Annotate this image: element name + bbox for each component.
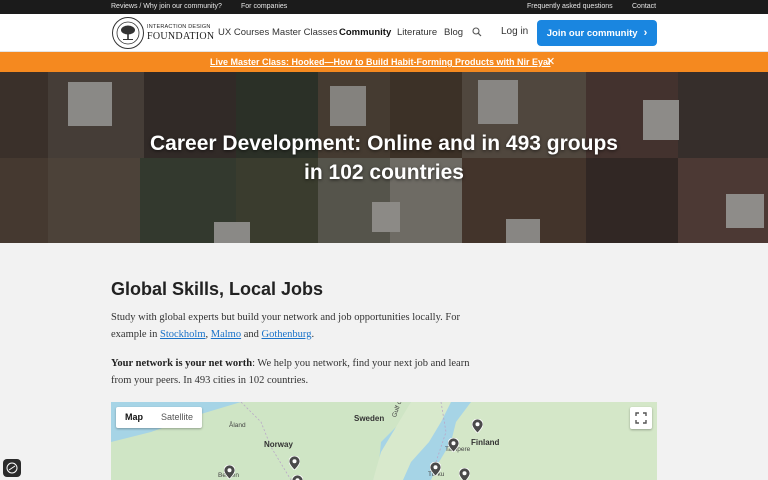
map-pin-icon[interactable] xyxy=(430,462,441,476)
hero-title-line-1: Career Development: Online and in 493 gr… xyxy=(150,132,618,155)
nav-literature[interactable]: Literature xyxy=(397,27,437,38)
hero-collage: Career Development: Online and in 493 gr… xyxy=(0,72,768,243)
nav-ux-courses[interactable]: UX Courses xyxy=(218,27,269,38)
close-icon[interactable]: ✕ xyxy=(546,55,555,68)
map-label-aland: Åland xyxy=(229,422,246,429)
nav-community[interactable]: Community xyxy=(339,27,391,38)
hero-title-line-2: in 102 countries xyxy=(304,161,464,184)
cookie-settings-icon[interactable] xyxy=(3,459,21,477)
search-icon[interactable] xyxy=(472,27,482,37)
logo-line-2: FOUNDATION xyxy=(147,30,215,42)
community-map[interactable]: Map Satellite Sweden Norway Finland Tamp… xyxy=(111,402,657,480)
map-label-finland: Finland xyxy=(471,438,500,447)
map-type-control: Map Satellite xyxy=(116,407,203,428)
gothenburg-link[interactable]: Gothenburg xyxy=(262,329,312,340)
top-utility-bar: Reviews / Why join our community? For co… xyxy=(0,0,768,14)
intro-paragraph: Study with global experts but build your… xyxy=(111,309,471,343)
section-title: Global Skills, Local Jobs xyxy=(111,279,324,299)
network-emphasis: Your network is your net worth xyxy=(111,358,253,369)
logo-tree-icon[interactable] xyxy=(112,17,144,49)
faq-link[interactable]: Frequently asked questions xyxy=(527,3,613,10)
promo-banner: Live Master Class: Hooked—How to Build H… xyxy=(0,52,768,72)
map-tab[interactable]: Map xyxy=(116,407,152,428)
join-community-button[interactable]: Join our community › xyxy=(537,20,657,46)
stockholm-link[interactable]: Stockholm xyxy=(160,329,206,340)
logo-line-1: INTERACTION DESIGN xyxy=(147,24,211,30)
period: . xyxy=(311,329,315,340)
logo-wordmark[interactable]: INTERACTION DESIGN FOUNDATION xyxy=(147,24,215,42)
map-label-sweden: Sweden xyxy=(354,414,385,423)
master-class-link[interactable]: Live Master Class: Hooked—How to Build H… xyxy=(210,57,551,67)
fullscreen-icon[interactable] xyxy=(630,407,652,429)
map-label-norway: Norway xyxy=(264,440,293,449)
malmo-link[interactable]: Malmo xyxy=(211,329,241,340)
map-pin-icon[interactable] xyxy=(448,438,459,452)
nav-blog[interactable]: Blog xyxy=(444,27,463,38)
map-pin-icon[interactable] xyxy=(289,456,300,470)
separator: and xyxy=(241,329,262,340)
login-link[interactable]: Log in xyxy=(501,26,528,37)
satellite-tab[interactable]: Satellite xyxy=(152,407,202,428)
nav-master-classes[interactable]: Master Classes xyxy=(272,27,337,38)
contact-link[interactable]: Contact xyxy=(632,3,656,10)
network-paragraph: Your network is your net worth: We help … xyxy=(111,355,471,389)
map-pin-icon[interactable] xyxy=(459,468,470,480)
for-companies-link[interactable]: For companies xyxy=(241,3,287,10)
map-pin-icon[interactable] xyxy=(472,419,483,433)
join-button-label: Join our community xyxy=(546,27,638,39)
reviews-link[interactable]: Reviews / Why join our community? xyxy=(111,3,222,10)
main-navigation: INTERACTION DESIGN FOUNDATION UX Courses… xyxy=(0,14,768,52)
hero-title: Career Development: Online and in 493 gr… xyxy=(0,129,768,187)
map-pin-icon[interactable] xyxy=(292,475,303,480)
chevron-right-icon: › xyxy=(643,27,648,39)
map-pin-icon[interactable] xyxy=(224,465,235,479)
